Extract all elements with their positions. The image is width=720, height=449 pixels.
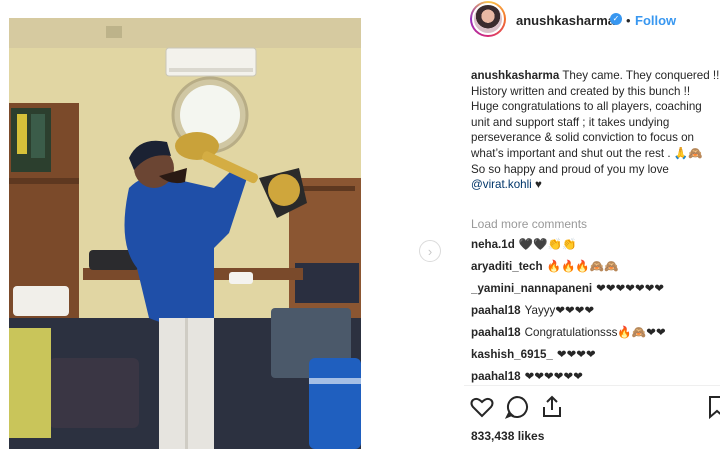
load-more-comments-button[interactable]: Load more comments [471,217,587,231]
post-header: anushkasharma ✓ • Follow [464,0,720,40]
comment-item: neha.1d 🖤🖤👏👏 [471,237,720,259]
avatar[interactable] [470,1,506,37]
comment-text: 🔥🔥🔥🙈🙈 [546,260,619,273]
post-photo[interactable] [9,18,361,449]
caption-heart: ♥ [534,178,542,192]
comment-text: ❤❤❤❤❤❤ [524,370,583,383]
post-caption: anushkasharma They came. They conquered … [471,68,720,193]
heart-icon[interactable] [469,394,495,420]
comment-username[interactable]: paahal18 [471,304,521,317]
comment-text: Congratulationsss🔥🙈❤❤ [524,326,666,339]
verified-badge-icon: ✓ [610,13,622,25]
comment-text: ❤❤❤❤ [556,348,596,361]
comment-item: paahal18 Yayyy❤❤❤❤ [471,303,720,325]
post-image [9,18,361,449]
comment-item: kashish_6915_ ❤❤❤❤ [471,347,720,369]
comment-username[interactable]: kashish_6915_ [471,348,553,361]
comment-username[interactable]: paahal18 [471,326,521,339]
header-separator: • [626,13,631,28]
likes-count[interactable]: 833,438 likes [471,429,544,443]
comment-item: paahal18 Congratulationsss🔥🙈❤❤ [471,325,720,347]
action-bar [464,394,720,424]
comment-icon[interactable] [504,394,530,420]
chevron-right-icon: › [427,243,433,259]
caption-mention[interactable]: @virat.kohli [471,178,532,191]
caption-line-2: History written and created by this bunc… [471,84,702,160]
bookmark-icon[interactable] [704,394,720,420]
avatar-image [472,3,504,35]
comment-item: aryaditi_tech 🔥🔥🔥🙈🙈 [471,259,720,281]
comment-text: 🖤🖤👏👏 [518,238,577,251]
caption-line-1: They came. They conquered !! [562,69,720,82]
divider [464,385,720,386]
header-username[interactable]: anushkasharma [516,13,615,28]
comment-username[interactable]: neha.1d [471,238,515,251]
comment-username[interactable]: _yamini_nannapaneni [471,282,592,295]
next-arrow-button[interactable]: › [419,240,441,262]
comment-item: paahal18 ❤❤❤❤❤❤ [471,369,720,391]
comment-username[interactable]: paahal18 [471,370,521,383]
caption-username[interactable]: anushkasharma [471,69,559,82]
follow-button[interactable]: Follow [635,13,676,28]
share-icon[interactable] [539,394,565,420]
comment-item: _yamini_nannapaneni ❤❤❤❤❤❤❤ [471,281,720,303]
post-details-panel: anushkasharma ✓ • Follow anushkasharma T… [464,0,720,449]
comment-username[interactable]: aryaditi_tech [471,260,543,273]
comment-text: Yayyy❤❤❤❤ [524,304,595,317]
comment-text: ❤❤❤❤❤❤❤ [596,282,665,295]
comments-list: neha.1d 🖤🖤👏👏 aryaditi_tech 🔥🔥🔥🙈🙈 _yamini_n… [471,237,720,391]
